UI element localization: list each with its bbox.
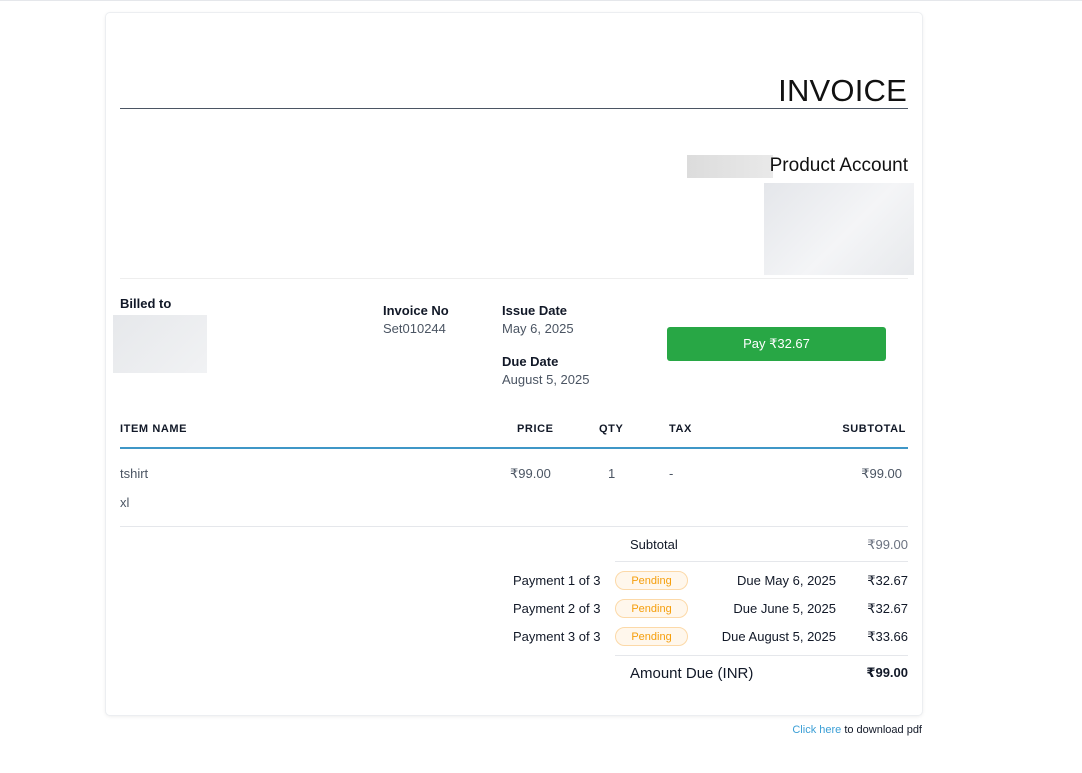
title-divider <box>120 108 908 109</box>
company-name: Product Account <box>769 155 908 176</box>
payment-due-date: Due June 5, 2025 <box>733 601 836 616</box>
company-logo <box>764 183 914 275</box>
item-tax: - <box>669 466 674 481</box>
billed-to-label: Billed to <box>120 296 172 311</box>
payment-row: Payment 2 of 3 Pending Due June 5, 2025 … <box>106 599 922 619</box>
column-header-price: PRICE <box>517 423 554 435</box>
column-header-tax: TAX <box>669 423 692 435</box>
status-badge: Pending <box>615 627 688 646</box>
payment-amount: ₹32.67 <box>867 601 908 616</box>
invoice-no-label: Invoice No <box>383 303 449 318</box>
redacted-billing-address <box>113 315 207 373</box>
column-header-subtotal: SUBTOTAL <box>842 423 906 435</box>
subtotal-divider <box>615 561 908 562</box>
pay-button[interactable]: Pay ₹32.67 <box>667 327 886 361</box>
item-subtotal: ₹99.00 <box>861 466 902 481</box>
status-badge: Pending <box>615 599 688 618</box>
table-header-divider <box>120 447 908 449</box>
amount-due-value: ₹99.00 <box>866 665 908 680</box>
items-divider <box>120 526 908 527</box>
item-name: tshirt <box>120 466 149 481</box>
header-divider <box>120 278 908 279</box>
subtotal-label: Subtotal <box>630 537 678 552</box>
payment-label: Payment 2 of 3 <box>513 601 601 616</box>
payment-due-date: Due August 5, 2025 <box>721 629 836 644</box>
column-header-qty: QTY <box>599 423 624 435</box>
status-badge: Pending <box>615 571 688 590</box>
invoice-card: INVOICE Product Account Billed to Invoic… <box>106 13 922 715</box>
payment-label: Payment 1 of 3 <box>513 573 601 588</box>
top-divider <box>0 0 1082 1</box>
issue-date-label: Issue Date <box>502 303 568 318</box>
download-pdf-text: Click here to download pdf <box>792 724 922 736</box>
invoice-title: INVOICE <box>778 73 907 108</box>
issue-date-value: May 6, 2025 <box>502 321 574 336</box>
payment-due-date: Due May 6, 2025 <box>736 573 836 588</box>
item-variant: xl <box>120 495 130 510</box>
download-pdf-suffix: to download pdf <box>841 724 922 736</box>
invoice-no-value: Set010244 <box>383 321 446 336</box>
payment-label: Payment 3 of 3 <box>513 629 601 644</box>
due-date-value: August 5, 2025 <box>502 372 590 387</box>
due-date-label: Due Date <box>502 354 559 369</box>
item-qty: 1 <box>608 466 616 481</box>
redacted-company-prefix <box>687 155 773 178</box>
payment-row: Payment 1 of 3 Pending Due May 6, 2025 ₹… <box>106 571 922 591</box>
amount-due-divider <box>615 655 908 656</box>
payment-amount: ₹33.66 <box>867 629 908 644</box>
subtotal-value: ₹99.00 <box>867 537 908 552</box>
amount-due-label: Amount Due (INR) <box>630 665 754 682</box>
payment-row: Payment 3 of 3 Pending Due August 5, 202… <box>106 627 922 647</box>
download-pdf-link[interactable]: Click here <box>792 724 841 736</box>
item-price: ₹99.00 <box>510 466 551 481</box>
column-header-item-name: ITEM NAME <box>120 423 188 435</box>
payment-amount: ₹32.67 <box>867 573 908 588</box>
